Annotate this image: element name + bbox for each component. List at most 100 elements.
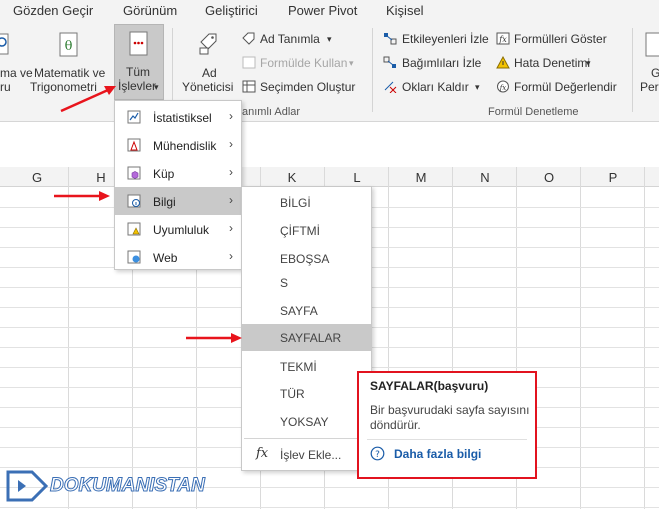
- column-header-l[interactable]: L: [349, 170, 365, 185]
- tab-personal[interactable]: Kişisel: [386, 3, 424, 18]
- menu-item-label: Mühendislik: [153, 139, 217, 153]
- column-header-p[interactable]: P: [605, 170, 621, 185]
- svg-text:θ: θ: [65, 39, 73, 54]
- ribbon-tab-bar: Gözden Geçir Görünüm Geliştirici Power P…: [0, 0, 659, 22]
- function-item-selected[interactable]: SAYFALAR: [242, 324, 371, 351]
- tab-developer[interactable]: Geliştirici: [205, 3, 258, 18]
- lookup-label-1[interactable]: ma ve: [0, 66, 33, 81]
- logo-mark-icon: [6, 470, 49, 502]
- name-manager-label-2[interactable]: Yöneticisi: [182, 80, 233, 95]
- chevron-right-icon: ›: [229, 249, 233, 263]
- divider: [632, 28, 633, 112]
- function-name: ÇİFTMİ: [280, 224, 320, 238]
- svg-text:?: ?: [375, 450, 380, 460]
- chevron-down-icon[interactable]: ▾: [475, 80, 480, 95]
- function-name: SAYFA: [280, 304, 318, 318]
- tab-review[interactable]: Gözden Geçir: [13, 3, 93, 18]
- menu-item-label: İstatistiksel: [153, 111, 212, 125]
- lookup-label-2[interactable]: ru: [0, 80, 11, 95]
- watch-window-icon[interactable]: [644, 32, 659, 58]
- error-checking-button[interactable]: Hata Denetimi: [514, 56, 590, 71]
- create-from-selection-button[interactable]: Seçimden Oluştur: [260, 80, 355, 95]
- evaluate-formula-icon: fx: [497, 80, 509, 93]
- menu-divider: [244, 438, 369, 439]
- remove-arrows-icon: [384, 81, 397, 93]
- function-category-menu: İstatistiksel › Mühendislik › Küp › Bilg…: [114, 100, 242, 270]
- web-icon: [127, 250, 141, 264]
- tooltip-divider: [367, 439, 527, 440]
- chevron-right-icon: ›: [229, 193, 233, 207]
- watch-window-label-1[interactable]: G: [651, 66, 659, 81]
- menu-item-information[interactable]: Bilgi ›: [115, 187, 241, 215]
- function-item[interactable]: TÜR: [242, 380, 371, 407]
- insert-function-item[interactable]: fx İşlev Ekle...: [242, 441, 371, 468]
- compatibility-icon: [127, 222, 141, 236]
- information-icon: [127, 194, 141, 208]
- divider: [372, 28, 373, 112]
- menu-item-label: Küp: [153, 167, 175, 181]
- menu-item-cube[interactable]: Küp ›: [115, 159, 241, 187]
- use-in-formula-button[interactable]: Formülde Kullan: [260, 56, 347, 71]
- error-checking-icon: [496, 56, 510, 69]
- tooltip-title: SAYFALAR(başvuru): [370, 379, 489, 393]
- function-item[interactable]: ÇİFTMİ: [242, 217, 371, 244]
- chevron-right-icon: ›: [229, 165, 233, 179]
- column-header-o[interactable]: O: [541, 170, 557, 185]
- function-item[interactable]: S: [242, 269, 371, 296]
- defined-names-group-label: anımlı Adlar: [242, 106, 301, 118]
- math-trig-icon[interactable]: θ: [58, 32, 80, 58]
- function-item[interactable]: BİLGİ: [242, 189, 371, 216]
- column-header-bar: G H K L M N O P: [0, 167, 659, 187]
- math-trig-label-1[interactable]: Matematik ve: [34, 66, 105, 81]
- menu-item-web[interactable]: Web ›: [115, 243, 241, 271]
- name-manager-icon[interactable]: [197, 30, 219, 56]
- watch-window-label-2[interactable]: Per: [640, 80, 659, 95]
- watermark-text: DOKUMANISTAN: [50, 475, 206, 497]
- chevron-down-icon: ▾: [154, 82, 159, 92]
- tab-power-pivot[interactable]: Power Pivot: [288, 3, 357, 18]
- menu-item-compatibility[interactable]: Uyumluluk ›: [115, 215, 241, 243]
- function-name: TÜR: [280, 387, 305, 401]
- more-info-link[interactable]: Daha fazla bilgi: [394, 447, 481, 461]
- chevron-right-icon: ›: [229, 109, 233, 123]
- show-formulas-button[interactable]: Formülleri Göster: [514, 32, 607, 47]
- chevron-down-icon[interactable]: ▾: [349, 56, 354, 71]
- menu-item-statistical[interactable]: İstatistiksel ›: [115, 103, 241, 131]
- menu-item-label: Bilgi: [153, 195, 176, 209]
- trace-precedents-button[interactable]: Etkileyenleri İzle: [402, 32, 489, 47]
- create-from-selection-icon: [242, 80, 256, 93]
- chevron-right-icon: ›: [229, 221, 233, 235]
- column-header-k[interactable]: K: [284, 170, 300, 185]
- menu-item-label: Uyumluluk: [153, 223, 210, 237]
- function-item[interactable]: TEKMİ: [242, 353, 371, 380]
- function-name: TEKMİ: [280, 360, 317, 374]
- evaluate-formula-button[interactable]: Formül Değerlendir: [514, 80, 617, 95]
- lookup-icon: [0, 33, 9, 55]
- function-item[interactable]: SAYFA: [242, 297, 371, 324]
- define-name-button[interactable]: Ad Tanımla: [260, 32, 320, 47]
- trace-dependents-button[interactable]: Bağımlıları İzle: [402, 56, 481, 71]
- function-item[interactable]: EBOŞSA: [242, 245, 371, 272]
- show-formulas-icon: fx: [496, 32, 510, 45]
- chevron-down-icon[interactable]: ▾: [327, 32, 332, 47]
- column-header-g[interactable]: G: [29, 170, 45, 185]
- function-name: S: [280, 276, 289, 290]
- column-header-h[interactable]: H: [93, 170, 109, 185]
- information-function-menu: BİLGİ ÇİFTMİ EBOŞSA S SAYFA SAYFALAR TEK…: [241, 186, 372, 471]
- column-header-n[interactable]: N: [477, 170, 493, 185]
- all-functions-button[interactable]: Tüm İşlevler ▾: [114, 24, 164, 100]
- statistical-icon: [127, 110, 141, 124]
- use-in-formula-icon: [242, 56, 256, 69]
- all-functions-label-2: İşlevler: [118, 79, 157, 93]
- remove-arrows-button[interactable]: Okları Kaldır: [402, 80, 469, 95]
- tab-view[interactable]: Görünüm: [123, 3, 177, 18]
- column-header-m[interactable]: M: [413, 170, 429, 185]
- menu-item-engineering[interactable]: Mühendislik ›: [115, 131, 241, 159]
- tooltip-description-2: döndürür.: [370, 418, 421, 432]
- help-icon: ?: [370, 446, 385, 461]
- svg-text:fx: fx: [499, 84, 507, 92]
- watermark-logo: DOKUMANISTAN: [6, 468, 236, 504]
- name-manager-label-1[interactable]: Ad: [202, 66, 217, 81]
- function-item[interactable]: YOKSAY: [242, 408, 371, 435]
- chevron-down-icon[interactable]: ▾: [586, 56, 591, 71]
